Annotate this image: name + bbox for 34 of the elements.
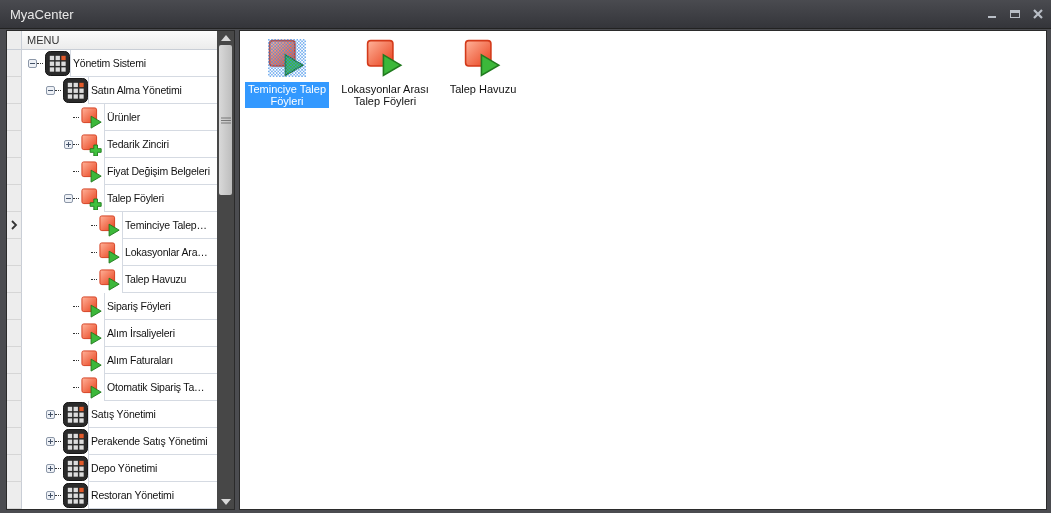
scrollbar-thumb[interactable]	[219, 45, 232, 195]
app-tile-icon	[63, 429, 88, 454]
expand-icon[interactable]	[46, 437, 55, 446]
form-play-icon	[81, 106, 103, 129]
expand-icon[interactable]	[46, 410, 55, 419]
form-play-icon	[81, 295, 103, 318]
form-play-icon	[99, 214, 121, 237]
form-play-icon	[81, 376, 103, 399]
grip-icon	[220, 116, 231, 124]
expand-icon[interactable]	[46, 491, 55, 500]
maximize-icon[interactable]	[1008, 8, 1022, 20]
app-tile-icon	[45, 51, 70, 76]
expand-icon[interactable]	[64, 140, 73, 149]
app-tile-icon	[63, 402, 88, 427]
collapse-icon[interactable]	[46, 86, 55, 95]
app-tile-icon	[63, 78, 88, 103]
collapse-icon[interactable]	[64, 194, 73, 203]
form-play-icon	[81, 349, 103, 372]
form-play-icon	[81, 160, 103, 183]
collapse-icon[interactable]	[28, 59, 37, 68]
tile-label[interactable]: Lokasyonlar Arası Talep Föyleri	[337, 82, 433, 108]
app-tile-icon	[63, 456, 88, 481]
expand-icon[interactable]	[46, 464, 55, 473]
form-add-icon	[81, 133, 103, 156]
scrollbar[interactable]	[217, 31, 234, 509]
column-header: MENU	[22, 31, 217, 49]
close-icon[interactable]	[1031, 8, 1045, 20]
current-row-icon	[10, 220, 18, 230]
form-add-icon	[81, 187, 103, 210]
window-title: MyaCenter	[10, 6, 74, 22]
form-play-icon	[99, 268, 121, 291]
form-play-icon	[99, 241, 121, 264]
form-play-icon	[81, 322, 103, 345]
tile-label[interactable]: Talep Havuzu	[447, 82, 519, 96]
